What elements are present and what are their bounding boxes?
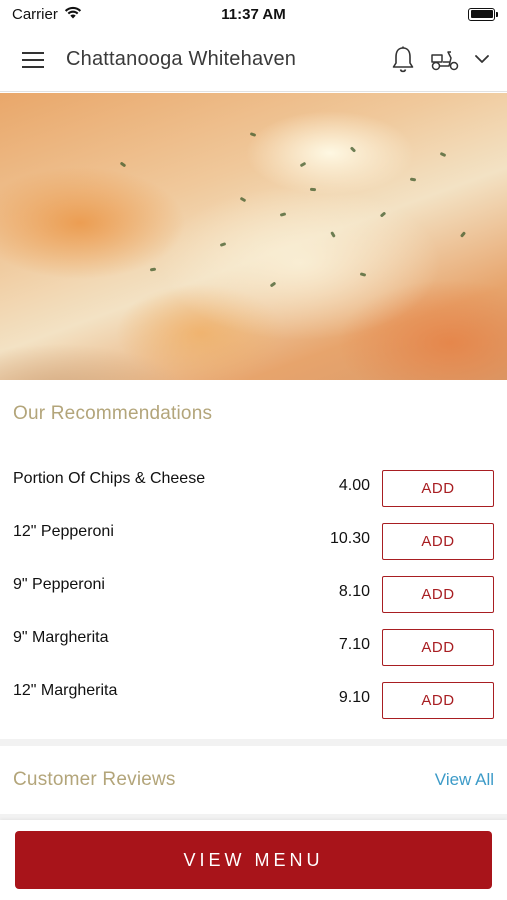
scooter-icon[interactable] [429,48,461,72]
section-divider [0,739,507,746]
recommendations-title: Our Recommendations [13,403,213,424]
bottom-bar: VIEW MENU [0,820,507,900]
carrier-label: Carrier [12,5,58,23]
list-item: 12" Margherita 9.10 ADD [0,672,507,725]
view-menu-button[interactable]: VIEW MENU [15,831,492,889]
status-time: 11:37 AM [221,5,286,23]
bell-icon[interactable] [391,46,415,74]
reviews-title: Customer Reviews [13,769,176,790]
header-actions [391,46,507,74]
item-price: 8.10 [338,583,370,600]
add-button[interactable]: ADD [382,523,494,560]
menu-icon[interactable] [0,28,66,92]
page-title: Chattanooga Whitehaven [66,48,297,70]
app-header: Chattanooga Whitehaven [0,28,507,92]
status-left: Carrier [12,6,182,23]
list-item: 9" Pepperoni 8.10 ADD [0,566,507,619]
status-right [325,7,498,21]
item-name: 9" Margherita [13,629,109,646]
hero-pizza-image [0,93,507,380]
add-button[interactable]: ADD [382,576,494,613]
item-price: 7.10 [338,636,370,653]
item-name: 12" Margherita [13,682,118,699]
item-price: 4.00 [338,477,370,494]
add-button[interactable]: ADD [382,629,494,666]
battery-icon [468,7,498,21]
item-price: 9.10 [338,689,370,706]
item-price: 10.30 [329,530,370,547]
list-item: 12" Pepperoni 10.30 ADD [0,513,507,566]
add-button[interactable]: ADD [382,682,494,719]
status-bar: Carrier 11:37 AM [0,0,507,28]
recommendations-list: Portion Of Chips & Cheese 4.00 ADD 12" P… [0,460,507,725]
item-name: 9" Pepperoni [13,576,105,593]
list-item: Portion Of Chips & Cheese 4.00 ADD [0,460,507,513]
item-name: Portion Of Chips & Cheese [13,470,206,487]
view-all-link[interactable]: View All [435,770,494,790]
add-button[interactable]: ADD [382,470,494,507]
chevron-down-icon[interactable] [475,55,489,64]
item-name: 12" Pepperoni [13,523,114,540]
reviews-section: Customer Reviews View All [0,746,507,814]
list-item: 9" Margherita 7.10 ADD [0,619,507,672]
wifi-icon [64,6,82,23]
